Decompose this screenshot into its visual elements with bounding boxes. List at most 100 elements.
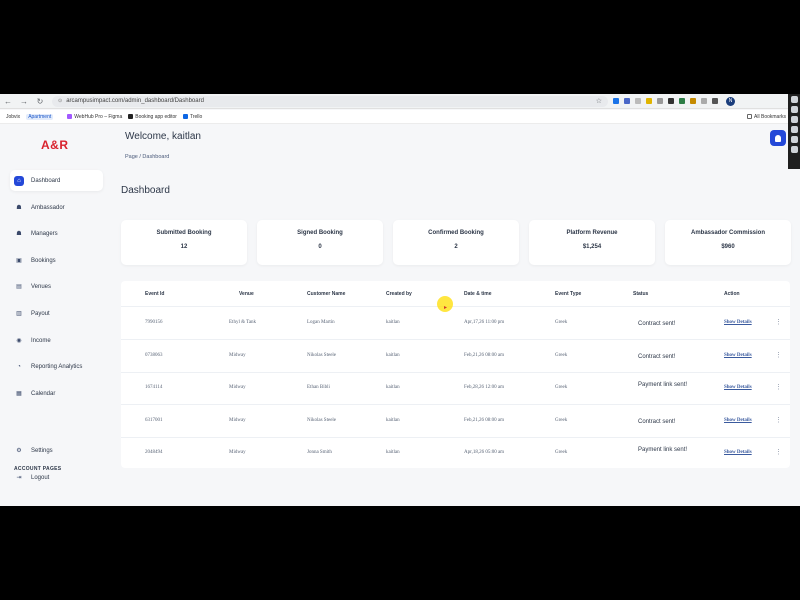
bookmark-star-icon[interactable]: ☆ xyxy=(596,97,602,105)
stat-label: Confirmed Booking xyxy=(428,230,484,236)
customer-cell: Logan Martin xyxy=(307,320,335,325)
created-by-cell: kaitlan xyxy=(386,320,400,325)
show-details-link[interactable]: Show Details xyxy=(724,385,752,390)
stat-label: Platform Revenue xyxy=(566,230,618,236)
side-panel-icon[interactable] xyxy=(790,106,798,113)
brand-logo[interactable]: A&R xyxy=(41,138,69,152)
extension-icon[interactable] xyxy=(624,98,630,104)
sidebar-item-label: Managers xyxy=(31,230,58,237)
sidebar-item-venues[interactable]: ▤ Venues xyxy=(10,276,103,297)
extension-icon[interactable] xyxy=(646,98,652,104)
extension-icon[interactable] xyxy=(701,98,707,104)
sidebar-item-settings[interactable]: ⚙ Settings xyxy=(10,440,103,461)
all-bookmarks[interactable]: All Bookmarks xyxy=(747,114,786,120)
gear-icon: ⚙ xyxy=(16,448,22,454)
extension-icon[interactable] xyxy=(679,98,685,104)
sidebar-item-label: Calendar xyxy=(31,390,56,397)
column-header-action[interactable]: Action xyxy=(724,291,740,297)
event-id-cell: 1674114 xyxy=(145,385,163,390)
bookmark-item[interactable]: WebHub Pro – Figma xyxy=(67,114,122,120)
column-header-status[interactable]: Status xyxy=(633,291,648,297)
column-header-event-id[interactable]: Event Id xyxy=(145,291,164,297)
stat-value: $1,254 xyxy=(582,244,602,250)
extension-icon[interactable] xyxy=(690,98,696,104)
side-panel-icon[interactable] xyxy=(790,116,798,123)
editor-icon xyxy=(128,114,134,119)
sidebar-item-managers[interactable]: ☗ Managers xyxy=(10,223,103,244)
sidebar-item-calendar[interactable]: ▦ Calendar xyxy=(10,383,103,404)
venue-cell: Ethyl & Tank xyxy=(229,320,257,325)
sidebar-item-payout[interactable]: ▥ Payout xyxy=(10,303,103,324)
column-header-created-by[interactable]: Created by xyxy=(386,291,412,297)
table-row: 0738063 Midway Nikolas Steele kaitlan Feb,21… xyxy=(121,340,790,373)
bookmark-item[interactable]: Jobvix xyxy=(6,114,20,120)
extension-icon[interactable] xyxy=(635,98,641,104)
stat-value: 12 xyxy=(180,244,188,250)
status-cell: Contract sent! xyxy=(638,321,676,327)
address-bar[interactable]: ⊙ arcampusimpact.com/admin_dashboard/Das… xyxy=(52,95,608,107)
status-cell: Payment link sent! xyxy=(638,447,688,453)
customer-cell: Nikolas Steele xyxy=(307,417,337,423)
stat-card-platform-revenue: Platform Revenue $1,254 xyxy=(529,220,655,265)
site-info-icon[interactable]: ⊙ xyxy=(58,98,62,104)
more-options-icon[interactable]: ⋮ xyxy=(775,319,782,326)
event-id-cell: 0738063 xyxy=(145,352,163,358)
more-options-icon[interactable]: ⋮ xyxy=(775,384,782,391)
settings-icon[interactable] xyxy=(790,146,798,153)
show-details-link[interactable]: Show Details xyxy=(724,450,752,455)
date-time-cell: Feb,21,26 08:00 am xyxy=(464,417,504,423)
users-icon: ☗ xyxy=(16,231,22,237)
table-row: 1674114 Midway Ethan Bibli kaitlan Feb,28,26… xyxy=(121,372,790,405)
more-options-icon[interactable]: ⋮ xyxy=(775,417,782,424)
show-details-link[interactable]: Show Details xyxy=(724,418,752,423)
reload-icon[interactable]: ↻ xyxy=(32,97,48,106)
sidebar-item-label: Bookings xyxy=(31,257,56,264)
more-options-icon[interactable]: ⋮ xyxy=(775,449,782,456)
show-details-link[interactable]: Show Details xyxy=(724,353,752,358)
sidebar-item-logout[interactable]: ⇥ Logout xyxy=(10,467,103,488)
extension-icon[interactable] xyxy=(613,98,619,104)
extension-icon[interactable] xyxy=(668,98,674,104)
sidebar-item-dashboard[interactable]: ⌂ Dashboard xyxy=(10,170,103,191)
sidebar-item-ambassador[interactable]: ☗ Ambassador xyxy=(10,197,103,218)
notification-button[interactable] xyxy=(770,130,786,146)
stat-card-signed: Signed Booking 0 xyxy=(257,220,383,265)
column-header-event-type[interactable]: Event Type xyxy=(555,291,581,297)
sidebar-item-income[interactable]: ◉ Income xyxy=(10,330,103,351)
more-options-icon[interactable]: ⋮ xyxy=(775,352,782,359)
profile-avatar[interactable]: N xyxy=(726,96,735,106)
sidebar-item-reporting-analytics[interactable]: ◔ Reporting Analytics xyxy=(10,356,103,377)
venue-cell: Midway xyxy=(229,450,246,455)
sidebar-item-label: Dashboard xyxy=(31,177,61,184)
mouse-cursor-icon: ▸ xyxy=(444,305,448,311)
date-time-cell: Feb,21,26 08:00 am xyxy=(464,352,504,358)
bookmark-item[interactable]: Apartment xyxy=(26,113,54,120)
stat-value: 0 xyxy=(318,244,322,250)
trello-icon xyxy=(182,114,188,119)
breadcrumb[interactable]: Page / Dashboard xyxy=(125,154,169,160)
table-row: 6317001 Midway Nikolas Steele kaitlan Feb,21… xyxy=(121,405,790,438)
extension-icon[interactable] xyxy=(712,98,718,104)
browser-toolbar: ← → ↻ ⊙ arcampusimpact.com/admin_dashboa… xyxy=(0,94,788,109)
forward-icon[interactable]: → xyxy=(16,97,32,106)
bookmark-item[interactable]: Trello xyxy=(182,114,202,120)
bookmark-item[interactable]: Booking app editor xyxy=(128,114,177,120)
back-icon[interactable]: ← xyxy=(0,97,16,106)
show-details-link[interactable]: Show Details xyxy=(724,320,752,325)
column-header-venue[interactable]: Venue xyxy=(239,291,254,297)
side-panel-icon[interactable] xyxy=(790,96,798,103)
column-header-customer-name[interactable]: Customer Name xyxy=(307,291,345,297)
side-panel-icon[interactable] xyxy=(790,126,798,133)
stat-label: Signed Booking xyxy=(297,230,343,236)
event-type-cell: Greek xyxy=(555,417,568,423)
figma-icon xyxy=(67,114,73,119)
status-cell: Contract sent! xyxy=(638,353,676,360)
extension-icon[interactable] xyxy=(657,98,663,104)
sidebar-item-bookings[interactable]: ▣ Bookings xyxy=(10,250,103,271)
venue-cell: Midway xyxy=(229,352,246,358)
date-time-cell: Apr,18,26 05:00 am xyxy=(464,450,505,455)
event-id-cell: 7990156 xyxy=(145,320,163,325)
event-type-cell: Greek xyxy=(555,352,568,358)
column-header-date-time[interactable]: Date & time xyxy=(464,291,492,297)
side-panel-icon[interactable] xyxy=(790,136,798,143)
